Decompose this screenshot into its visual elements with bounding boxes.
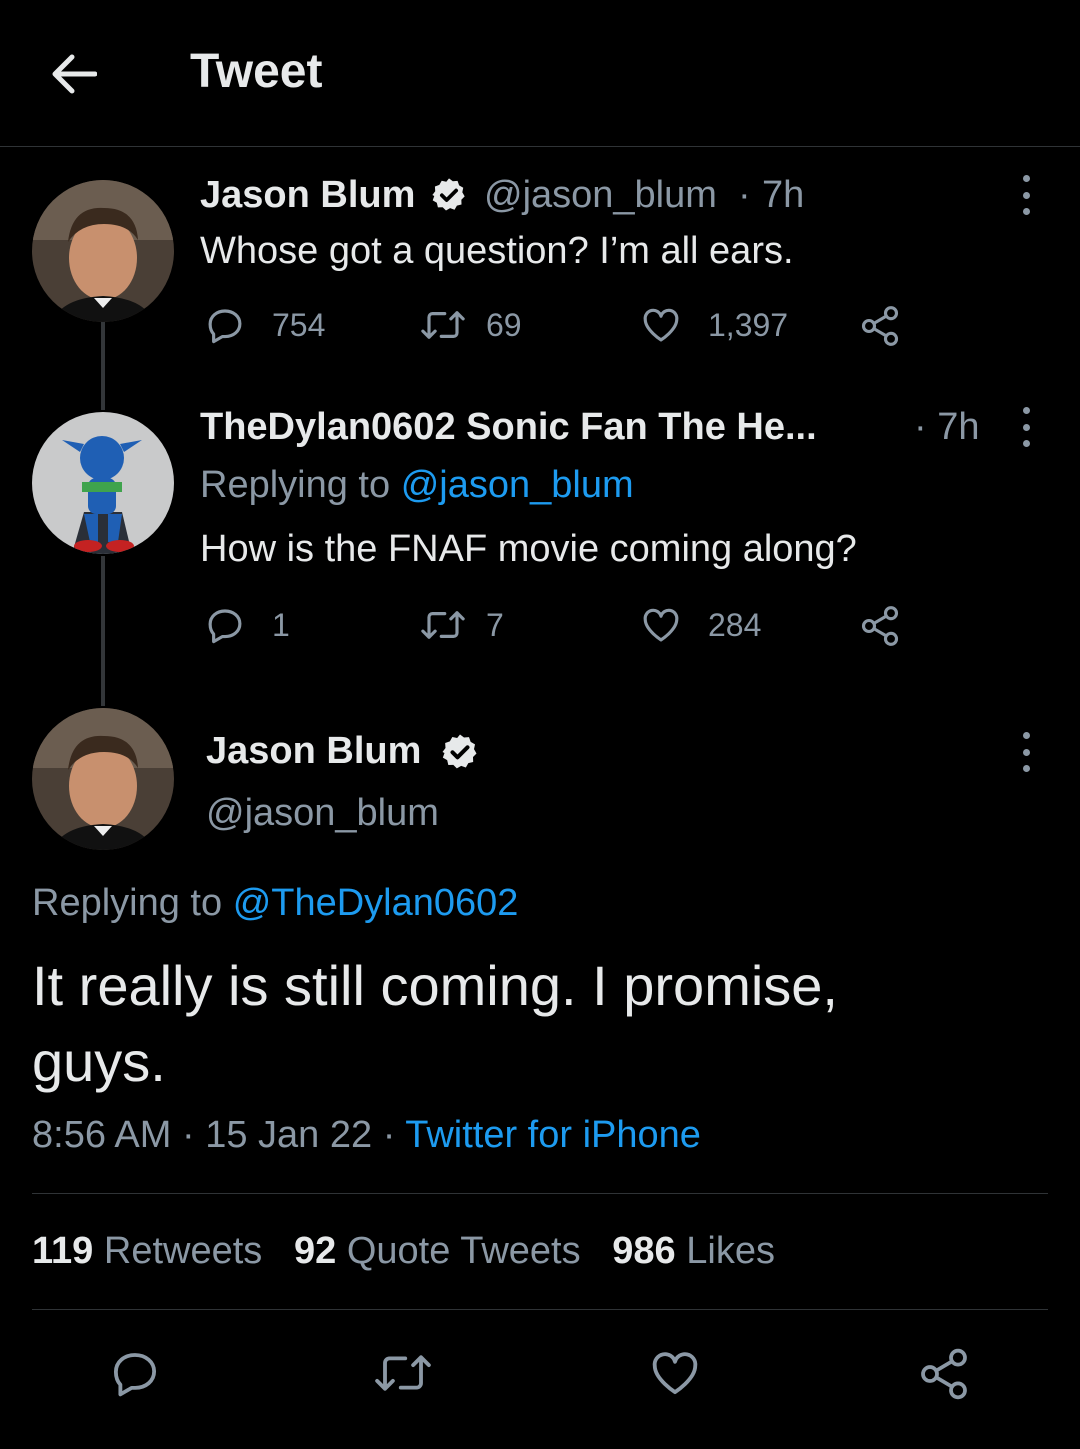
replying-handle-link[interactable]: @TheDylan0602 [233, 882, 519, 924]
retweet-icon[interactable] [372, 1346, 434, 1405]
tweet-meta: 8:56 AM · 15 Jan 22 · Twitter for iPhone [32, 1114, 701, 1157]
like-icon [640, 604, 682, 646]
reply-count: 754 [272, 306, 326, 343]
like-icon[interactable] [648, 1346, 702, 1405]
replying-handle-link[interactable]: @jason_blum [401, 464, 634, 506]
tweet-text-line: guys. [32, 1030, 166, 1093]
tweet-source-link[interactable]: Twitter for iPhone [405, 1114, 701, 1156]
author-handle[interactable]: @jason_blum [484, 174, 717, 217]
tweet-text: How is the FNAF movie coming along? [200, 528, 857, 570]
replying-to: Replying to @TheDylan0602 [32, 882, 518, 925]
more-icon[interactable] [1016, 407, 1036, 447]
tweet-text-line: It really is still coming. I promise, [32, 954, 838, 1017]
top-bar [0, 0, 1080, 147]
more-icon[interactable] [1016, 732, 1036, 772]
reply-button[interactable]: 1 [204, 604, 290, 646]
reply-button[interactable]: 754 [204, 304, 325, 346]
author-name[interactable]: Jason Blum [206, 730, 421, 773]
like-count: 284 [708, 606, 762, 643]
tweet-text: It really is still coming. I promise, gu… [32, 948, 838, 1100]
timestamp[interactable]: · 7h [914, 406, 979, 449]
tweet-stats: 119 Retweets 92 Quote Tweets 986 Likes [32, 1230, 775, 1273]
reply-icon[interactable] [108, 1346, 162, 1405]
like-button[interactable]: 284 [640, 604, 761, 646]
reply-icon [204, 604, 246, 646]
back-arrow-icon[interactable] [46, 46, 102, 102]
retweet-count: 69 [486, 306, 522, 343]
like-count: 1,397 [708, 306, 789, 343]
retweets-stat[interactable]: 119 Retweets [32, 1230, 262, 1272]
thread-line [101, 320, 105, 410]
verified-badge-icon [440, 732, 480, 777]
retweet-button[interactable]: 69 [420, 304, 522, 346]
retweet-icon [420, 304, 466, 346]
reply-count: 1 [272, 606, 290, 643]
tweet-time: 8:56 AM [32, 1114, 172, 1156]
replying-prefix: Replying to [32, 882, 223, 924]
more-icon[interactable] [1016, 175, 1036, 215]
retweets-label: Retweets [103, 1230, 263, 1272]
retweet-count: 7 [486, 606, 504, 643]
author-name[interactable]: Jason Blum [200, 174, 415, 217]
thread-line [101, 556, 105, 706]
retweets-count: 119 [32, 1230, 94, 1272]
share-icon[interactable] [916, 1346, 972, 1407]
quotes-stat[interactable]: 92 Quote Tweets [294, 1230, 581, 1272]
separator: · [738, 174, 751, 216]
timestamp[interactable]: 7h [762, 174, 804, 217]
likes-stat[interactable]: 986 Likes [612, 1230, 775, 1272]
author-name[interactable]: TheDylan0602 Sonic Fan The He... [200, 406, 817, 449]
replying-prefix: Replying to [200, 464, 391, 506]
verified-badge-icon [430, 176, 468, 219]
tweet-date: 15 Jan 22 [205, 1114, 373, 1156]
quotes-label: Quote Tweets [346, 1230, 581, 1272]
share-icon[interactable] [858, 304, 902, 353]
separator: · [382, 1114, 396, 1156]
divider [32, 1309, 1048, 1310]
retweet-icon [420, 604, 466, 646]
author-handle[interactable]: @jason_blum [206, 792, 439, 835]
replying-to: Replying to @jason_blum [200, 464, 634, 507]
avatar[interactable] [32, 708, 174, 850]
avatar[interactable] [32, 180, 174, 322]
page-title: Tweet [190, 45, 323, 98]
likes-label: Likes [686, 1230, 775, 1272]
divider [32, 1193, 1048, 1194]
quotes-count: 92 [293, 1230, 337, 1272]
likes-count: 986 [612, 1230, 676, 1272]
share-icon[interactable] [858, 604, 902, 653]
separator: · [181, 1114, 195, 1156]
avatar[interactable] [32, 412, 174, 554]
reply-icon [204, 304, 246, 346]
like-icon [640, 304, 682, 346]
tweet-text: Whose got a question? I’m all ears. [200, 230, 794, 272]
retweet-button[interactable]: 7 [420, 604, 504, 646]
like-button[interactable]: 1,397 [640, 304, 788, 346]
